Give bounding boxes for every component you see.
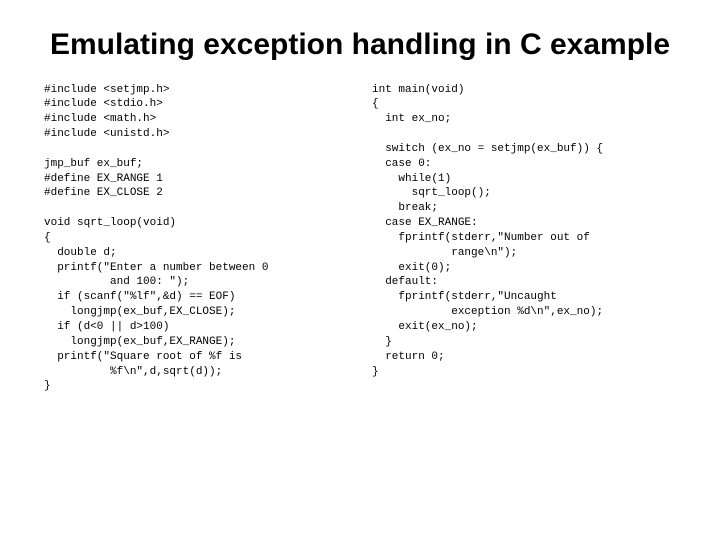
left-column: #include <setjmp.h> #include <stdio.h> #…: [44, 83, 348, 521]
slide: Emulating exception handling in C exampl…: [0, 0, 720, 540]
code-left: #include <setjmp.h> #include <stdio.h> #…: [44, 83, 348, 395]
code-right: int main(void) { int ex_no; switch (ex_n…: [372, 83, 676, 380]
right-column: int main(void) { int ex_no; switch (ex_n…: [372, 83, 676, 521]
code-columns: #include <setjmp.h> #include <stdio.h> #…: [40, 83, 680, 521]
page-title: Emulating exception handling in C exampl…: [40, 28, 680, 63]
